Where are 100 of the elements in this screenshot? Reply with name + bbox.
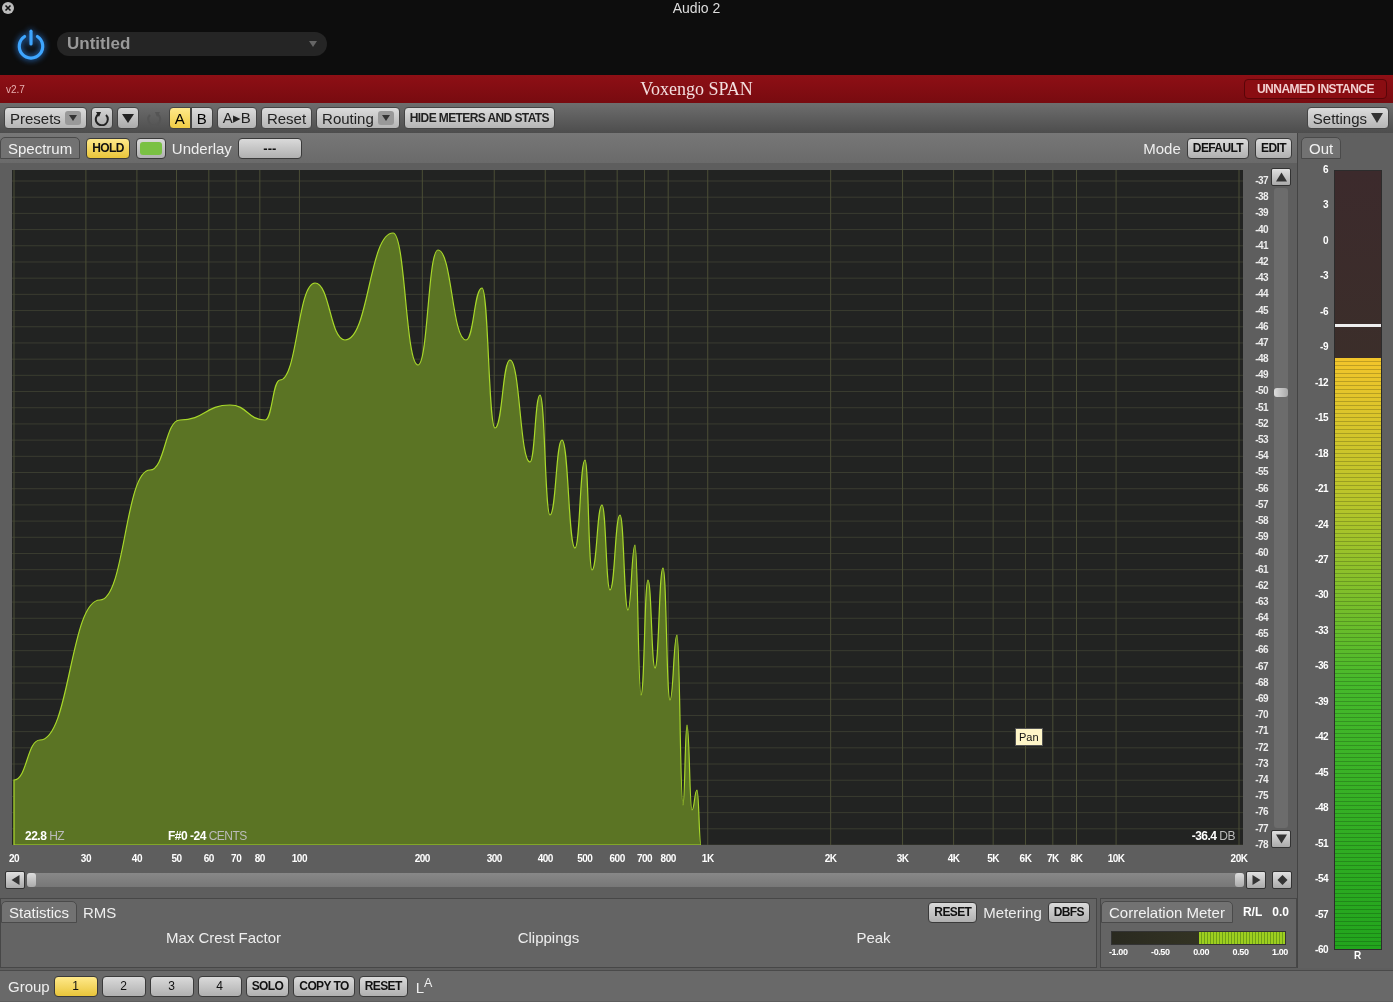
- copy-ab-button[interactable]: A▸B: [216, 107, 257, 129]
- spectrum-tab[interactable]: Spectrum: [0, 137, 81, 159]
- correlation-tick: 0.50: [1232, 947, 1249, 957]
- db-label: -46: [1255, 319, 1270, 334]
- scroll-thumb[interactable]: [1235, 873, 1244, 887]
- frequency-label: 2K: [824, 853, 837, 864]
- caret-icon: [64, 111, 81, 125]
- reset-button[interactable]: Reset: [260, 107, 313, 129]
- copy-to-button[interactable]: COPY TO: [293, 975, 355, 997]
- routing-button[interactable]: Routing: [316, 107, 400, 129]
- db-label: -37: [1255, 174, 1269, 188]
- close-icon[interactable]: [2, 2, 14, 14]
- db-label: -57: [1255, 497, 1269, 512]
- diamond-icon: [1276, 875, 1288, 885]
- presets-button[interactable]: Presets: [4, 107, 87, 129]
- frequency-label: 800: [660, 853, 676, 864]
- group-button[interactable]: 4: [197, 975, 242, 997]
- db-label: -45: [1255, 303, 1270, 318]
- horizontal-scrollbar[interactable]: [27, 873, 1244, 887]
- db-label: -40: [1255, 222, 1269, 237]
- db-label: -39: [1255, 206, 1269, 221]
- underlay-dropdown[interactable]: ---: [237, 137, 302, 159]
- frequency-label: 3K: [896, 853, 909, 864]
- undo-button[interactable]: [90, 107, 113, 129]
- left-arrow-icon: [9, 875, 21, 885]
- ab-button[interactable]: B: [190, 107, 213, 129]
- db-label: -59: [1255, 530, 1269, 545]
- scroll-right-button[interactable]: [1246, 871, 1266, 889]
- meter-scale-label: 0: [1322, 234, 1328, 247]
- db-label: -78: [1255, 837, 1270, 852]
- vertical-scrollbar[interactable]: [1274, 188, 1288, 828]
- window-title: Audio 2: [672, 0, 721, 16]
- frequency-label: 300: [486, 853, 502, 864]
- db-label: -69: [1255, 692, 1269, 706]
- meter-scale-label: -51: [1315, 837, 1328, 850]
- frequency-label: 50: [171, 853, 182, 864]
- meter-scale-label: -15: [1315, 412, 1328, 425]
- spectrum-plot[interactable]: [12, 170, 1243, 845]
- db-label: -56: [1255, 481, 1270, 496]
- db-label: -60: [1255, 546, 1269, 561]
- scroll-left-button[interactable]: [5, 871, 25, 889]
- meter-scale-label: -54: [1315, 873, 1328, 886]
- db-label: -61: [1255, 562, 1270, 577]
- scroll-thumb[interactable]: [1274, 388, 1288, 397]
- db-label: -72: [1255, 740, 1270, 755]
- up-arrow-icon: [1275, 172, 1287, 182]
- rms-label: RMS: [83, 903, 117, 921]
- underlay-label: Underlay: [171, 139, 232, 157]
- settings-button[interactable]: Settings: [1306, 107, 1389, 129]
- group-button[interactable]: 3: [149, 975, 194, 997]
- frequency-label: 20K: [1230, 853, 1248, 864]
- hold-button[interactable]: HOLD: [86, 137, 130, 159]
- out-tab[interactable]: Out: [1301, 137, 1342, 159]
- db-label: -74: [1255, 772, 1270, 787]
- db-label: -62: [1255, 578, 1270, 593]
- db-label: -70: [1255, 708, 1269, 723]
- edit-button[interactable]: EDIT: [1255, 137, 1292, 159]
- meter-scale-label: -3: [1320, 270, 1328, 283]
- statistic-label: Clippings: [517, 929, 580, 946]
- caret-icon: [1371, 113, 1383, 123]
- frequency-label: 70: [231, 853, 242, 864]
- zoom-reset-button[interactable]: [1272, 871, 1292, 889]
- channel-label: R: [1353, 950, 1362, 961]
- frequency-label: 80: [254, 853, 265, 864]
- meter-scale-label: -18: [1315, 447, 1328, 460]
- group-reset-button[interactable]: RESET: [358, 975, 408, 997]
- statistics-tab[interactable]: Statistics: [1, 901, 77, 923]
- frequency-readout: 22.8 HZ: [25, 829, 65, 843]
- scroll-up-button[interactable]: [1271, 168, 1291, 186]
- mode-button[interactable]: DEFAULT: [1186, 137, 1250, 159]
- db-label: -55: [1255, 465, 1270, 480]
- solo-button[interactable]: SOLO: [245, 975, 290, 997]
- stats-reset-button[interactable]: RESET: [928, 901, 978, 923]
- group-button[interactable]: 1: [53, 975, 98, 997]
- preset-dropdown[interactable]: Untitled: [57, 32, 327, 56]
- power-icon[interactable]: [15, 28, 47, 60]
- correlation-tick: -1.00: [1109, 947, 1128, 957]
- meter-scale-label: -24: [1315, 518, 1328, 531]
- meter-scale-label: -30: [1315, 589, 1328, 602]
- scroll-thumb[interactable]: [27, 873, 36, 887]
- caret-icon: [309, 41, 317, 47]
- frequency-label: 600: [609, 853, 625, 864]
- caret-button[interactable]: [116, 107, 139, 129]
- frequency-label: 6K: [1019, 853, 1032, 864]
- db-label: -64: [1255, 611, 1270, 626]
- scroll-down-button[interactable]: [1271, 830, 1291, 848]
- ab-button[interactable]: A: [168, 107, 191, 129]
- metering-button[interactable]: DBFS: [1047, 901, 1090, 923]
- correlation-tab[interactable]: Correlation Meter: [1101, 901, 1233, 923]
- level-readout: -36.4 DB: [1191, 829, 1235, 843]
- instance-button[interactable]: UNNAMED INSTANCE: [1243, 79, 1387, 99]
- db-label: -58: [1255, 513, 1270, 528]
- correlation-value: 0.0: [1272, 905, 1289, 919]
- group-button[interactable]: 2: [101, 975, 146, 997]
- frequency-label: 8K: [1070, 853, 1083, 864]
- db-label: -47: [1255, 335, 1269, 350]
- hide-meters-button[interactable]: HIDE METERS AND STATS: [403, 107, 555, 129]
- down-arrow-icon: [1275, 834, 1287, 844]
- frequency-label: 20: [8, 853, 20, 864]
- frequency-label: 10K: [1107, 853, 1125, 864]
